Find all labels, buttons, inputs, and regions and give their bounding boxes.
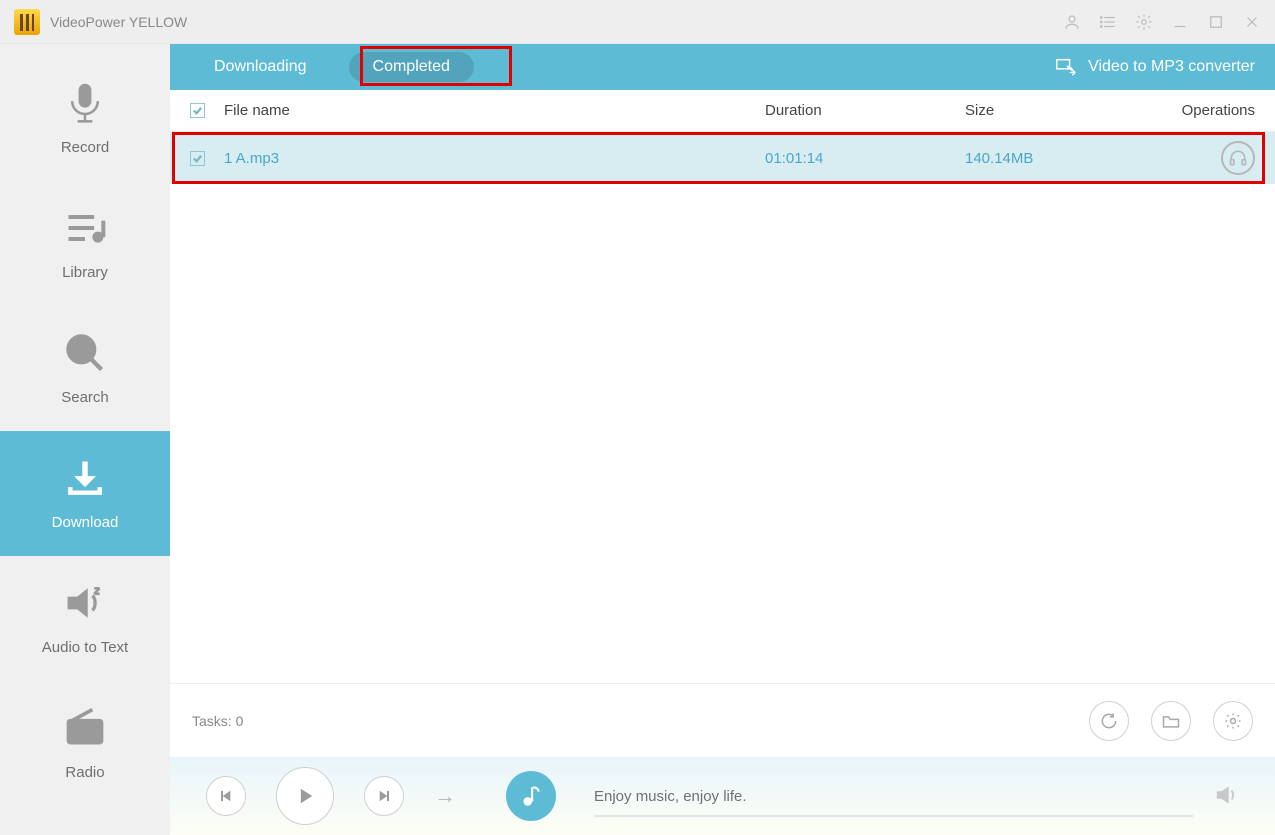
sidebar-item-radio[interactable]: Radio [0, 681, 170, 806]
tabs-bar: Downloading Completed Video to MP3 conve… [170, 44, 1275, 90]
cell-duration: 01:01:14 [765, 150, 965, 167]
sidebar-item-record[interactable]: Record [0, 56, 170, 181]
account-icon[interactable] [1063, 13, 1081, 31]
sidebar-item-download[interactable]: Download [0, 431, 170, 556]
maximize-button[interactable] [1207, 13, 1225, 31]
converter-icon [1054, 56, 1076, 78]
music-disc-icon [506, 771, 556, 821]
tasks-bar: Tasks: 0 [170, 683, 1275, 757]
gear-icon[interactable] [1135, 13, 1153, 31]
tab-completed[interactable]: Completed [349, 52, 474, 82]
close-button[interactable] [1243, 13, 1261, 31]
table-header: File name Duration Size Operations [170, 90, 1275, 132]
titlebar: VideoPower YELLOW [0, 0, 1275, 44]
volume-button[interactable] [1213, 782, 1239, 811]
cell-size: 140.14MB [965, 150, 1165, 167]
select-all-checkbox[interactable] [190, 103, 205, 118]
video-to-mp3-link[interactable]: Video to MP3 converter [1054, 56, 1255, 78]
search-icon [63, 331, 107, 375]
listen-button[interactable] [1221, 141, 1255, 175]
file-table: File name Duration Size Operations 1 A.m… [170, 90, 1275, 683]
player-bar: → Enjoy music, enjoy life. [170, 757, 1275, 835]
cell-filename: 1 A.mp3 [224, 150, 765, 167]
sidebar-item-search[interactable]: Search [0, 306, 170, 431]
headphones-icon [1228, 148, 1248, 168]
settings-button[interactable] [1213, 701, 1253, 741]
previous-button[interactable] [206, 776, 246, 816]
right-arrow-icon: → [434, 783, 456, 809]
play-button[interactable] [276, 767, 334, 825]
column-name: File name [224, 102, 765, 119]
list-icon[interactable] [1099, 13, 1117, 31]
download-icon [63, 456, 107, 500]
sidebar: Record Library Search Download Audio to … [0, 44, 170, 835]
sidebar-item-label: Search [61, 389, 109, 406]
converter-label: Video to MP3 converter [1088, 58, 1255, 76]
sidebar-item-label: Audio to Text [42, 639, 128, 656]
column-size: Size [965, 102, 1165, 119]
open-folder-button[interactable] [1151, 701, 1191, 741]
sidebar-item-audio-to-text[interactable]: Audio to Text [0, 556, 170, 681]
refresh-button[interactable] [1089, 701, 1129, 741]
sidebar-item-label: Download [52, 514, 119, 531]
tasks-count: Tasks: 0 [192, 713, 243, 729]
column-duration: Duration [765, 102, 965, 119]
sidebar-item-label: Library [62, 264, 108, 281]
column-operations: Operations [1165, 102, 1255, 119]
sidebar-item-label: Record [61, 139, 109, 156]
sidebar-item-library[interactable]: Library [0, 181, 170, 306]
radio-icon [63, 706, 107, 750]
library-icon [63, 206, 107, 250]
sidebar-item-label: Radio [65, 764, 104, 781]
tab-downloading[interactable]: Downloading [190, 52, 331, 82]
row-checkbox[interactable] [190, 151, 205, 166]
table-row[interactable]: 1 A.mp3 01:01:14 140.14MB [170, 132, 1275, 184]
microphone-icon [63, 81, 107, 125]
next-button[interactable] [364, 776, 404, 816]
app-title: VideoPower YELLOW [50, 14, 187, 30]
minimize-button[interactable] [1171, 13, 1189, 31]
audio-to-text-icon [63, 581, 107, 625]
app-logo-icon [14, 9, 40, 35]
main-area: Downloading Completed Video to MP3 conve… [170, 44, 1275, 835]
player-message: Enjoy music, enjoy life. [594, 788, 1193, 805]
